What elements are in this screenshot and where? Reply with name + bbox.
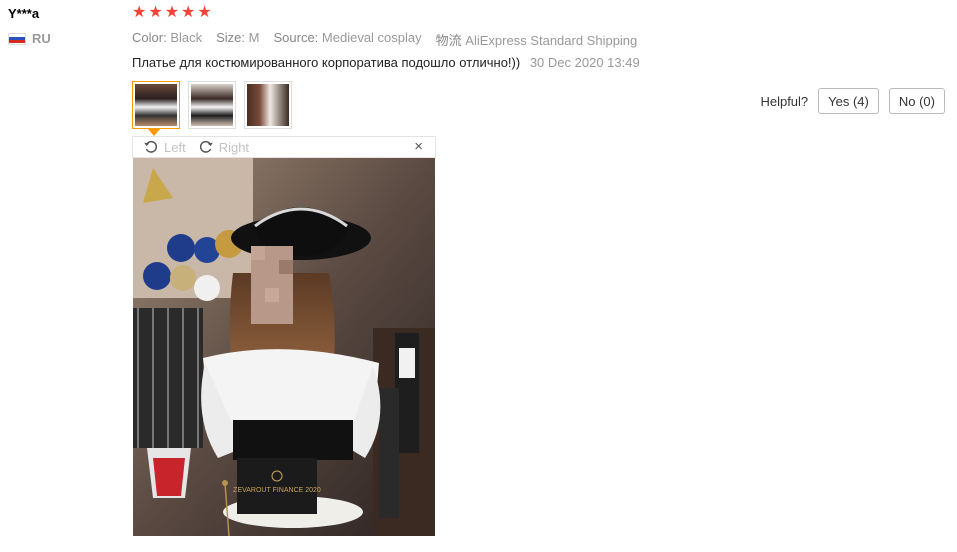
russia-flag-icon: [8, 32, 26, 45]
helpful-vote: Helpful? Yes (4) No (0): [760, 88, 945, 114]
rotate-right-icon: [199, 140, 213, 153]
review-date: 30 Dec 2020 13:49: [529, 55, 640, 70]
star-rating: ★ ★ ★ ★ ★: [132, 5, 212, 21]
rotate-left-icon: [144, 140, 158, 153]
thumbnail-1[interactable]: [132, 81, 180, 129]
property-shipping: 物流 AliExpress Standard Shipping: [435, 33, 638, 48]
active-thumbnail-caret-icon: [148, 129, 160, 136]
thumbnail-image: [135, 84, 177, 126]
review-text: Платье для костюмированного корпоратива …: [132, 55, 521, 70]
thumbnail-2[interactable]: [188, 81, 236, 129]
rotate-right-label: Right: [218, 139, 250, 155]
country-code: RU: [32, 31, 51, 46]
review-thumbnails: [132, 81, 292, 129]
review-content: Платье для костюмированного корпоратива …: [132, 55, 640, 70]
photo-card-text: ZEVAROUT FINANCE 2020: [233, 487, 321, 494]
star-icon: ★: [181, 4, 196, 21]
vote-no-button[interactable]: No (0): [888, 88, 945, 114]
star-icon: ★: [132, 4, 147, 21]
thumbnail-image: [191, 84, 233, 126]
helpful-label: Helpful?: [760, 93, 809, 109]
property-color: Color: Black: [132, 30, 203, 45]
rotate-left-label: Left: [164, 139, 186, 155]
review-photo: ZEVAROUT FINANCE 2020: [133, 158, 435, 536]
reviewer-name: Y***a: [8, 6, 40, 21]
order-properties: Color: Black Size: M Source: Medieval co…: [132, 30, 637, 49]
rotate-right-button[interactable]: Right: [198, 139, 249, 155]
thumbnail-image: [247, 84, 289, 126]
star-icon: ★: [148, 4, 163, 21]
rotate-left-button[interactable]: Left: [143, 139, 186, 155]
close-viewer-button[interactable]: ×: [414, 139, 423, 155]
star-icon: ★: [197, 4, 212, 21]
property-size: Size: M: [216, 30, 260, 45]
reviewer-country: RU: [8, 31, 51, 46]
thumbnail-3[interactable]: [244, 81, 292, 129]
property-source: Source: Medieval cosplay: [273, 30, 422, 45]
image-viewer-toolbar: Left Right ×: [132, 136, 436, 158]
star-icon: ★: [164, 4, 180, 21]
vote-yes-button[interactable]: Yes (4): [818, 88, 879, 114]
